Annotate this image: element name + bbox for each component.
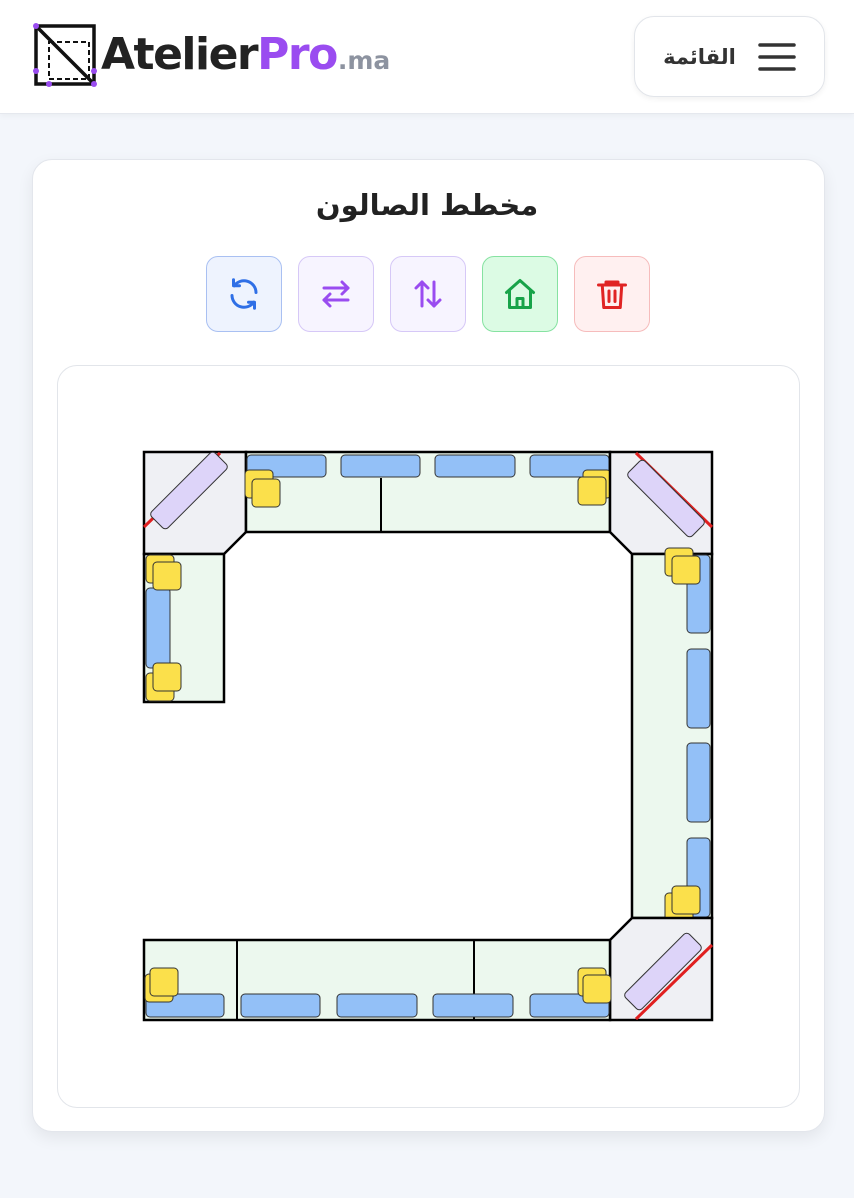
seat-cushion (686, 648, 711, 729)
sofa-segment-bottom[interactable] (142, 938, 612, 1022)
pillow (152, 561, 182, 591)
pillow (671, 555, 701, 585)
pillow (251, 478, 281, 508)
sofa-segment-top[interactable] (244, 450, 612, 534)
salon-plan-drawing (142, 450, 714, 1022)
seat-cushion (686, 742, 711, 823)
corner-piece-top-right[interactable] (608, 450, 714, 556)
pillow (149, 967, 179, 997)
sofa-segment-left[interactable] (142, 552, 226, 704)
pillow (671, 885, 701, 915)
corner-piece-top-left[interactable] (142, 450, 248, 556)
seat-cushion (336, 993, 418, 1018)
seat-cushion (434, 454, 516, 478)
seat-cushion (340, 454, 421, 478)
seat-cushion (432, 993, 514, 1018)
pillow (152, 662, 182, 692)
corner-piece-bottom-right[interactable] (608, 916, 714, 1022)
seat-cushion (240, 993, 321, 1018)
sofa-segment-right[interactable] (630, 547, 714, 922)
pillow (582, 974, 612, 1004)
seat-cushion (145, 587, 171, 669)
pillow (577, 476, 607, 506)
